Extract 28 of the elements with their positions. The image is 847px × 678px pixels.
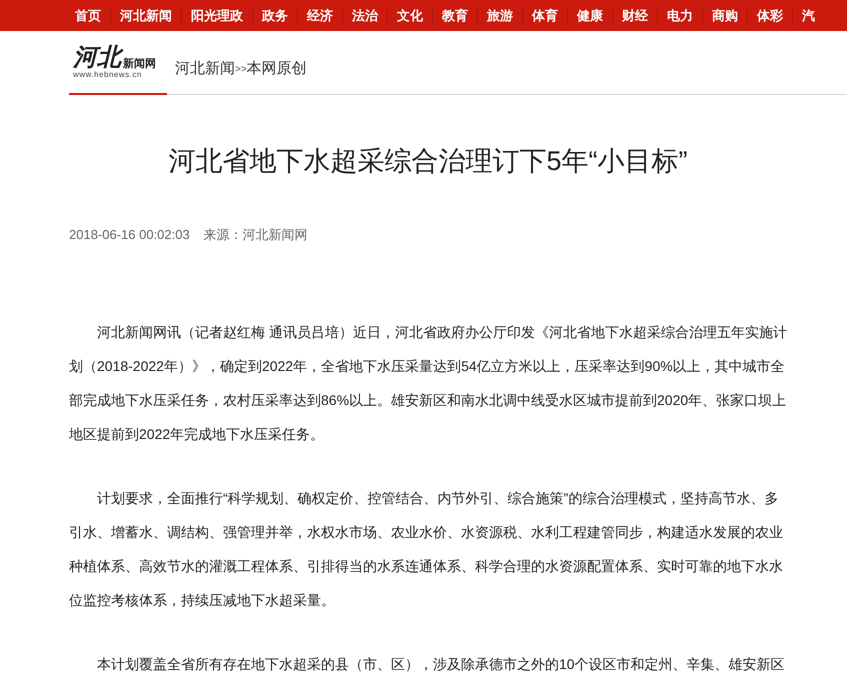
nav-link[interactable]: 旅游: [478, 6, 522, 24]
nav-link[interactable]: 政务: [253, 6, 297, 24]
nav-link[interactable]: 文化: [388, 6, 432, 24]
article-paragraph: 河北新闻网讯（记者赵红梅 通讯员吕培）近日，河北省政府办公厅印发《河北省地下水超采综合治理五年实施计划（2018-2022年）》，确定到2022年，全省地下水压采量达到54亿立方米以上，压采率达到90%以上，其中城市全部完成地下水压采任务，农村压采率达到86%以上。雄安新区和南水北调中线受水区城市提前到2020年、张家口坝上地区提前到2022年完成地下水压采任务。: [69, 322, 787, 444]
nav-link[interactable]: 电力: [658, 6, 702, 24]
article-source: 来源：河北新闻网: [204, 226, 308, 244]
nav-link[interactable]: 汽: [793, 6, 824, 24]
logo-url: www.hebnews.cn: [73, 69, 143, 80]
nav-link[interactable]: 体彩: [748, 6, 792, 24]
logo-name: 新闻网: [123, 58, 156, 68]
nav-link[interactable]: 阳光理政: [182, 6, 252, 24]
nav-link[interactable]: 体育: [523, 6, 567, 24]
breadcrumb-link[interactable]: 河北新闻: [175, 58, 235, 81]
breadcrumb-link[interactable]: 本网原创: [246, 58, 307, 81]
nav-link[interactable]: 教育: [433, 6, 477, 24]
nav-link[interactable]: 健康: [568, 6, 612, 24]
breadcrumb-separator: >>: [235, 64, 247, 77]
nav-link[interactable]: 财经: [613, 6, 657, 24]
nav-link[interactable]: 商购: [703, 6, 747, 24]
publish-time: 2018-06-16 00:02:03: [69, 226, 190, 244]
nav-link[interactable]: 经济: [298, 6, 342, 24]
logo-mark: 河北: [73, 44, 121, 68]
nav-link[interactable]: 法治: [343, 6, 387, 24]
nav-link[interactable]: 首页: [66, 6, 110, 24]
article-title: 河北省地下水超采综合治理订下5年“小目标”: [168, 145, 688, 178]
article-paragraph: 本计划覆盖全省所有存在地下水超采的县（市、区），涉及除承德市之外的10个设区市和定州、辛集、雄安新区: [96, 654, 786, 674]
article-paragraph: 计划要求，全面推行“科学规划、确权定价、控管结合、内节外引、综合施策”的综合治理模式，坚持高节水、多引水、增蓄水、调结构、强管理并举，水权水市场、农业水价、水资源税、水利工程建管同步，构建适水发展的农业种植体系、高效节水的灌溉工程体系、引排得当的水系连通体系、科学合理的水资源配置体系、实时可靠的地下水水位监控考核体系，持续压减地下水超采量。: [69, 488, 784, 610]
nav-link[interactable]: 河北新闻: [111, 6, 181, 24]
